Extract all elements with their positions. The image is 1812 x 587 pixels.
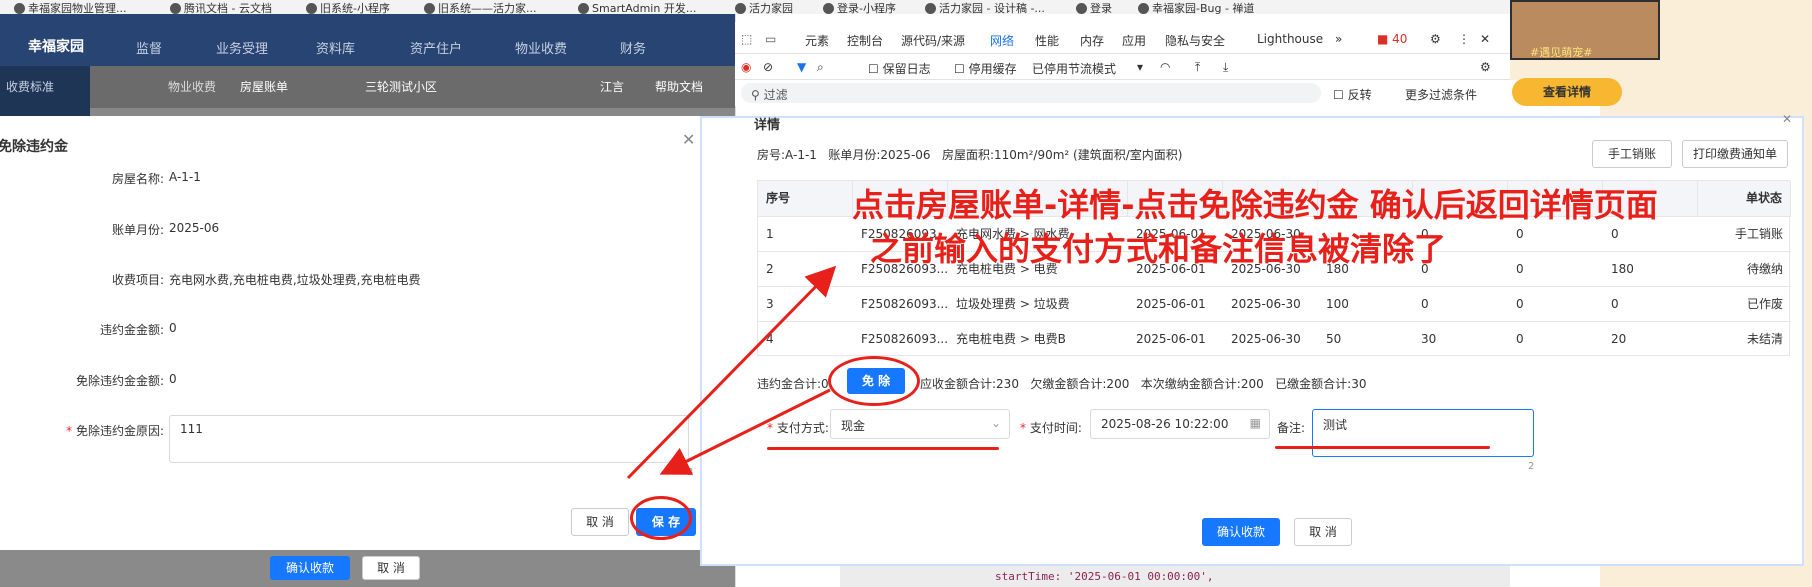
arrow-to-save: [659, 388, 831, 475]
annotation-arrows: [626, 265, 837, 480]
arrow-to-annotation: [626, 265, 837, 480]
